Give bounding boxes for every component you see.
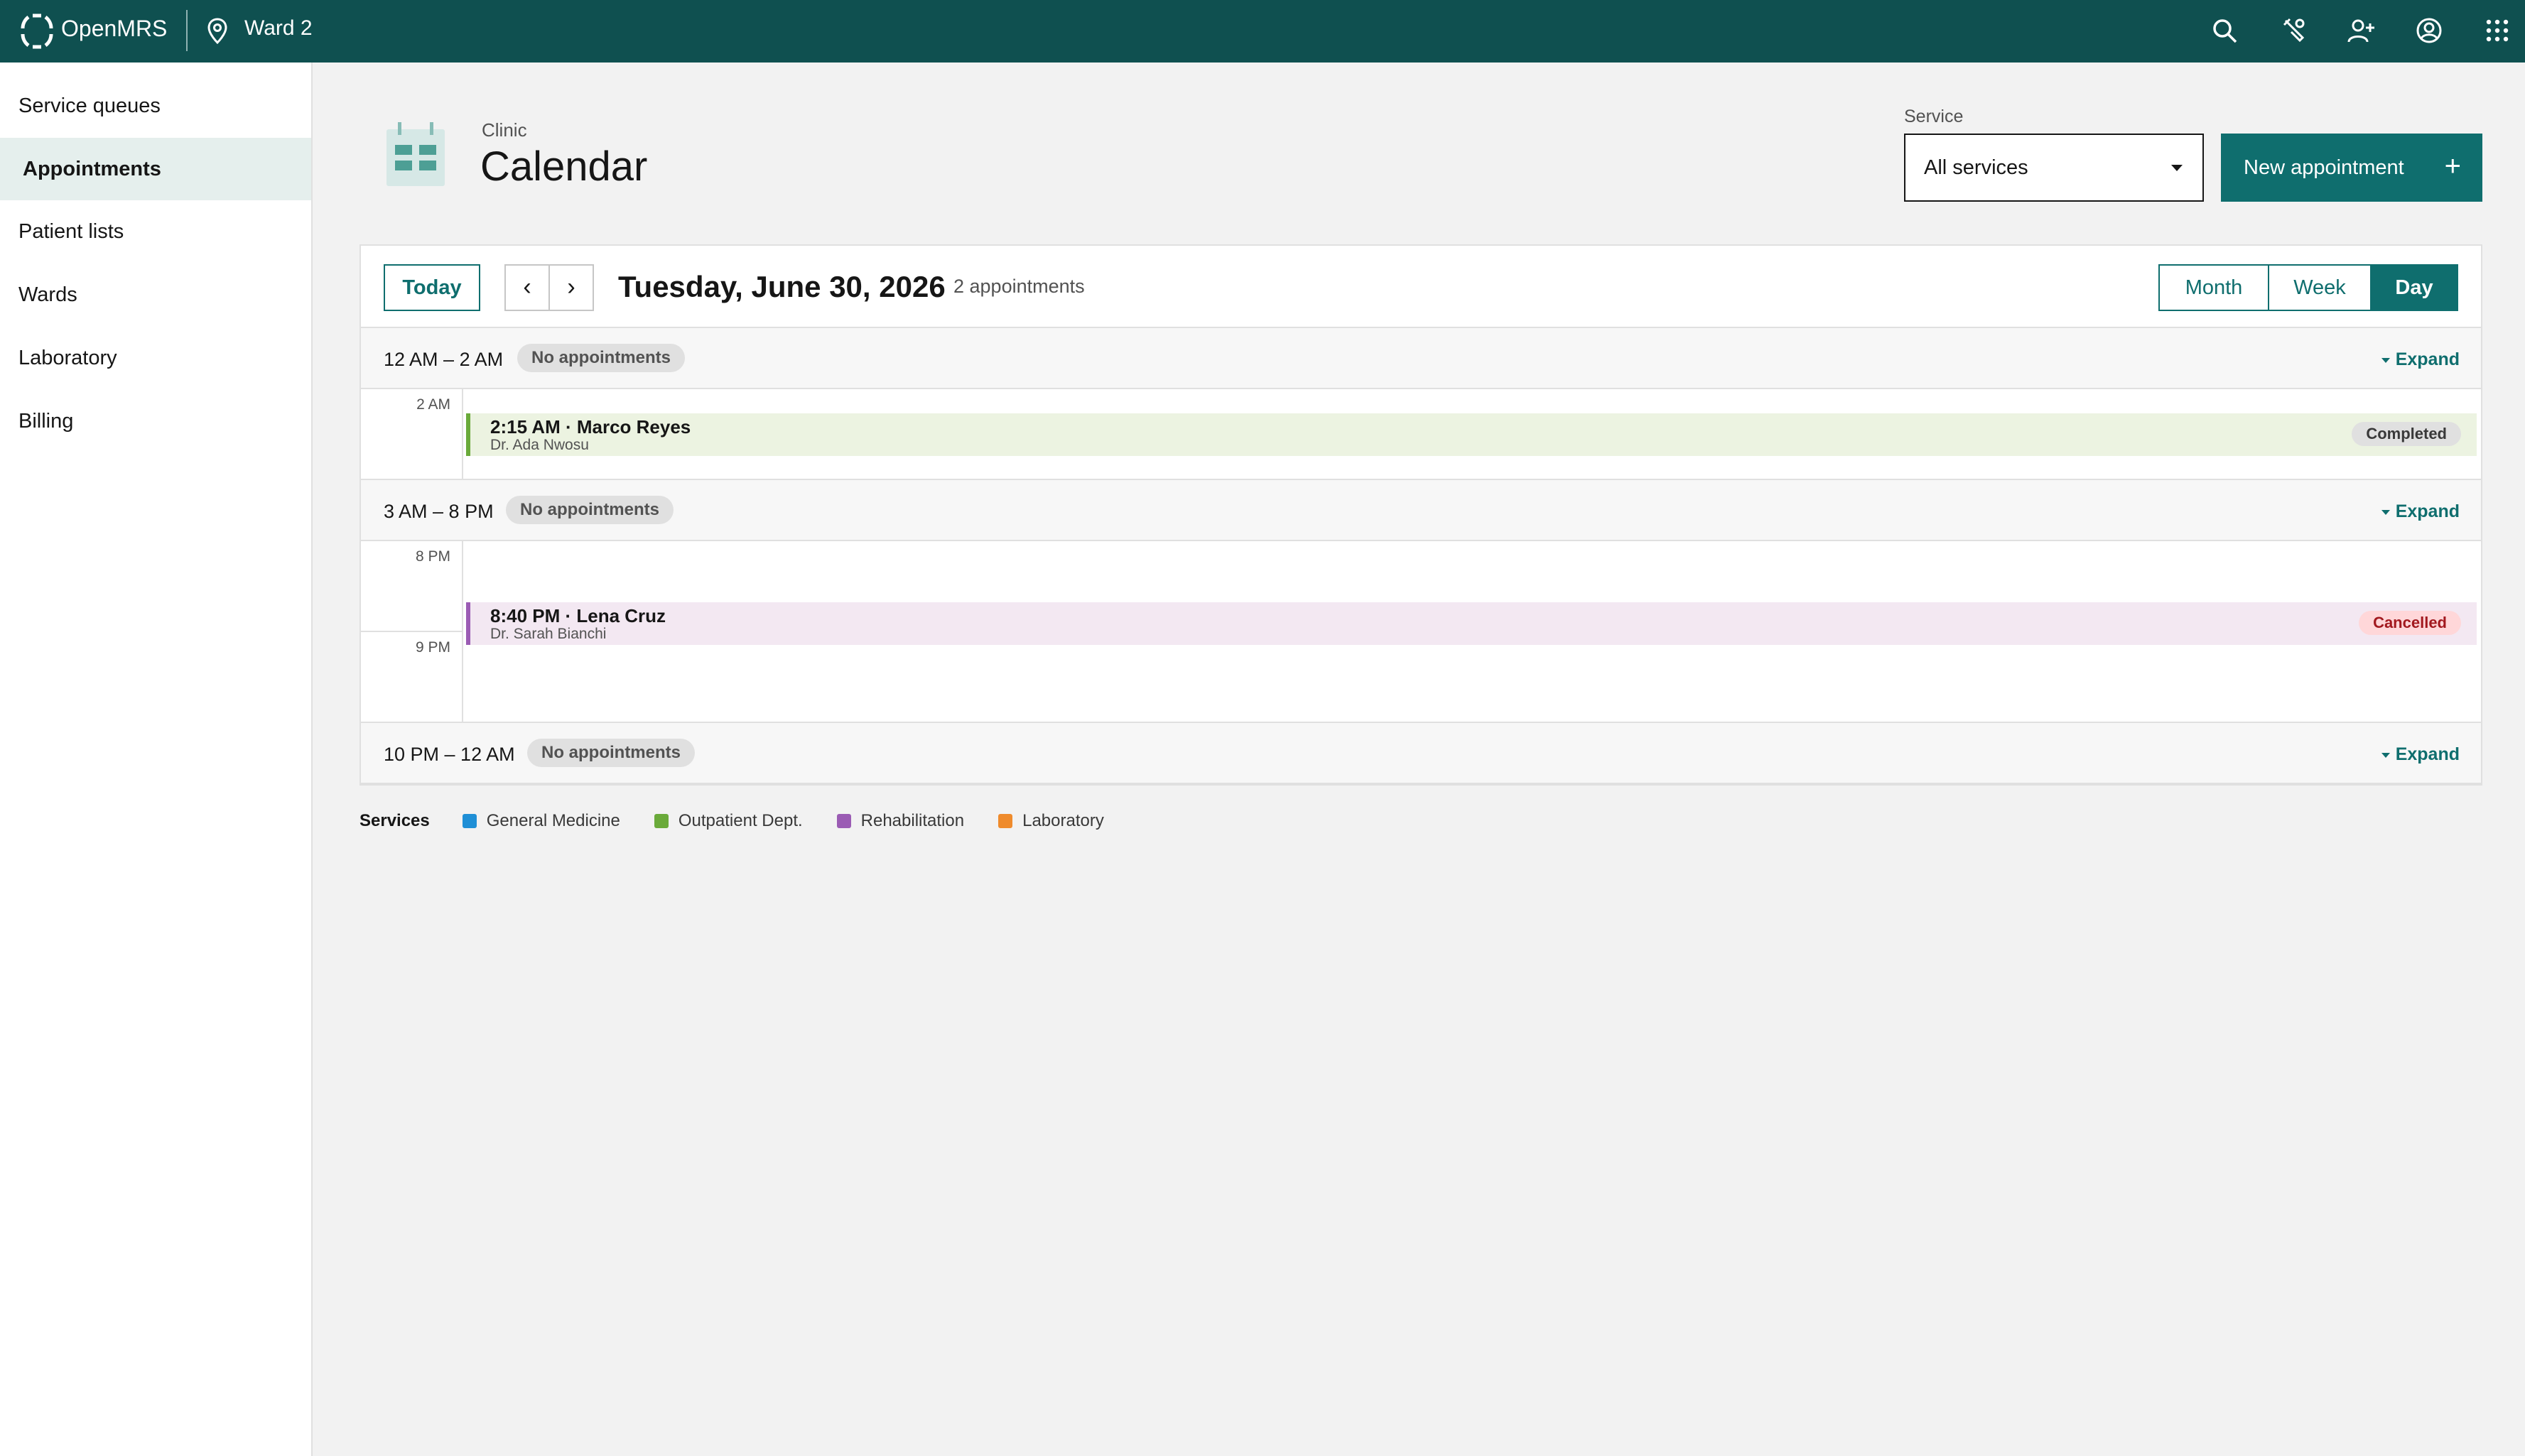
app-switcher-icon[interactable] bbox=[2480, 13, 2515, 48]
view-week-button[interactable]: Week bbox=[2268, 264, 2372, 311]
chevron-left-icon: ‹ bbox=[523, 273, 531, 300]
legend-swatch bbox=[836, 814, 851, 828]
appointment-card[interactable]: 8:40 PM · Lena Cruz Dr. Sarah Bianchi Ca… bbox=[466, 602, 2477, 645]
appointment-title: 8:40 PM · Lena Cruz bbox=[490, 605, 666, 626]
new-appointment-button[interactable]: New appointment + bbox=[2221, 134, 2482, 202]
plus-icon: + bbox=[2444, 151, 2461, 182]
time-range-label: 3 AM – 8 PM bbox=[384, 501, 494, 522]
legend-label: Outpatient Dept. bbox=[678, 811, 803, 830]
chevron-down-icon bbox=[2171, 165, 2183, 171]
calendar-icon bbox=[386, 122, 445, 186]
legend-item: Rehabilitation bbox=[836, 811, 965, 831]
hour-label: 8 PM bbox=[415, 548, 450, 565]
sidebar-item-laboratory[interactable]: Laboratory bbox=[0, 327, 311, 389]
hour-divider bbox=[361, 631, 463, 632]
today-button[interactable]: Today bbox=[384, 264, 480, 311]
sidebar: Service queues Appointments Patient list… bbox=[0, 63, 313, 1456]
sidebar-item-appointments[interactable]: Appointments bbox=[0, 138, 311, 200]
sidebar-item-patient-lists[interactable]: Patient lists bbox=[0, 200, 311, 263]
service-filter-dropdown[interactable]: All services bbox=[1904, 134, 2204, 202]
calendar-panel: Today ‹ › Tuesday, June 30, 2026 2 appoi… bbox=[359, 244, 2482, 786]
appointment-provider: Dr. Ada Nwosu bbox=[490, 437, 589, 453]
no-appointments-tag: No appointments bbox=[517, 344, 685, 372]
caret-down-icon bbox=[2381, 509, 2390, 515]
legend-title: Services bbox=[359, 811, 430, 830]
openmrs-logo-icon bbox=[21, 13, 53, 49]
next-day-button[interactable]: › bbox=[548, 264, 594, 311]
legend-swatch bbox=[654, 814, 669, 828]
legend-swatch bbox=[998, 814, 1013, 828]
services-legend: Services General Medicine Outpatient Dep… bbox=[359, 807, 1138, 835]
legend-item: General Medicine bbox=[462, 811, 620, 831]
view-month-button[interactable]: Month bbox=[2158, 264, 2269, 311]
page-subtitle: Clinic bbox=[482, 119, 527, 141]
top-navigation-bar: OpenMRS Ward 2 bbox=[0, 0, 2525, 63]
service-filter-label: Service bbox=[1904, 107, 1964, 126]
caret-down-icon bbox=[2381, 357, 2390, 363]
no-appointments-tag: No appointments bbox=[527, 739, 695, 767]
service-filter-value: All services bbox=[1924, 156, 2028, 179]
expand-label: Expand bbox=[2395, 744, 2460, 764]
legend-label: General Medicine bbox=[486, 811, 620, 830]
no-appointments-tag: No appointments bbox=[506, 496, 674, 524]
new-appointment-label: New appointment bbox=[2244, 156, 2404, 179]
legend-item: Outpatient Dept. bbox=[654, 811, 803, 831]
search-icon[interactable] bbox=[2207, 13, 2242, 48]
status-badge: Completed bbox=[2352, 422, 2461, 446]
status-badge: Cancelled bbox=[2359, 611, 2461, 635]
caret-down-icon bbox=[2381, 752, 2390, 758]
legend-swatch bbox=[462, 814, 477, 828]
topbar-divider bbox=[186, 10, 188, 51]
appointment-title: 2:15 AM · Marco Reyes bbox=[490, 416, 691, 438]
chevron-right-icon: › bbox=[567, 273, 575, 300]
time-range-label: 12 AM – 2 AM bbox=[384, 349, 504, 370]
legend-item: Laboratory bbox=[998, 811, 1104, 831]
collapsed-time-range: 12 AM – 2 AM No appointments Expand bbox=[361, 327, 2481, 389]
sidebar-item-billing[interactable]: Billing bbox=[0, 390, 311, 452]
sidebar-item-wards[interactable]: Wards bbox=[0, 264, 311, 326]
user-icon[interactable] bbox=[2411, 13, 2447, 48]
location-label[interactable]: Ward 2 bbox=[244, 14, 313, 43]
time-range-label: 10 PM – 12 AM bbox=[384, 744, 515, 765]
collapsed-time-range: 10 PM – 12 AM No appointments Expand bbox=[361, 722, 2481, 784]
hour-label: 2 AM bbox=[416, 396, 450, 413]
app-name: OpenMRS bbox=[61, 16, 168, 41]
expand-button[interactable]: Expand bbox=[2381, 345, 2460, 374]
appointment-card[interactable]: 2:15 AM · Marco Reyes Dr. Ada Nwosu Comp… bbox=[466, 413, 2477, 456]
appointment-provider: Dr. Sarah Bianchi bbox=[490, 626, 607, 642]
page-title: Calendar bbox=[480, 143, 648, 190]
view-day-button[interactable]: Day bbox=[2370, 264, 2458, 311]
expand-label: Expand bbox=[2395, 501, 2460, 521]
hour-gutter: 2 AM bbox=[361, 389, 463, 479]
location-pin-icon bbox=[207, 18, 227, 45]
expand-button[interactable]: Expand bbox=[2381, 740, 2460, 768]
hour-label: 9 PM bbox=[415, 639, 450, 656]
expand-button[interactable]: Expand bbox=[2381, 497, 2460, 526]
expand-label: Expand bbox=[2395, 349, 2460, 369]
current-date: Tuesday, June 30, 2026 bbox=[618, 270, 946, 303]
appointment-count: 2 appointments bbox=[953, 276, 1085, 297]
add-patient-icon[interactable] bbox=[2343, 13, 2379, 48]
hour-gutter: 8 PM 9 PM bbox=[361, 541, 463, 723]
previous-day-button[interactable]: ‹ bbox=[504, 264, 550, 311]
sidebar-item-service-queues[interactable]: Service queues bbox=[0, 75, 311, 137]
tools-icon[interactable] bbox=[2275, 13, 2310, 48]
legend-label: Rehabilitation bbox=[860, 811, 965, 830]
collapsed-time-range: 3 AM – 8 PM No appointments Expand bbox=[361, 479, 2481, 541]
legend-label: Laboratory bbox=[1022, 811, 1104, 830]
